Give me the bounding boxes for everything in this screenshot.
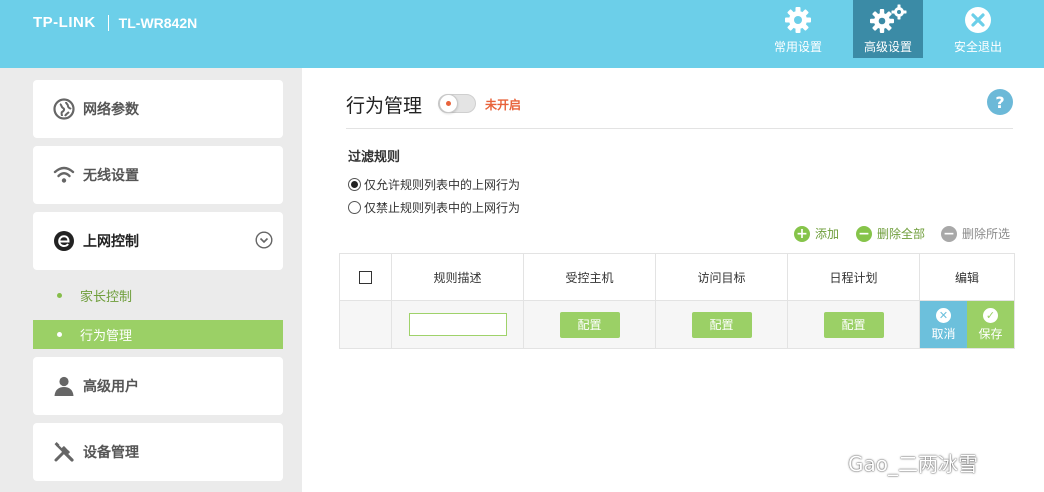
controlled-host-cell: 配置: [523, 300, 656, 349]
feature-toggle[interactable]: [438, 94, 476, 113]
nav-advanced-settings[interactable]: 高级设置: [853, 0, 923, 58]
sidebar-item-device-management[interactable]: 设备管理: [33, 423, 283, 481]
config-target-button[interactable]: 配置: [691, 311, 752, 338]
nav-advanced-label: 高级设置: [863, 40, 912, 54]
minus-icon: −: [856, 225, 872, 242]
edit-cell: ✕ 取消 ✓ 保存: [919, 300, 1015, 349]
watermark-text: Gao_二两冰雪: [848, 452, 978, 476]
gears-icon: [867, 0, 909, 34]
add-label: 添加: [815, 227, 840, 241]
config-host-button[interactable]: 配置: [559, 311, 620, 338]
delete-all-button[interactable]: − 删除全部: [856, 225, 925, 242]
sidebar-item-advanced-user[interactable]: 高级用户: [33, 357, 283, 415]
sidebar-subitem-label: 行为管理: [80, 329, 133, 344]
table-row: 配置 配置 配置 ✕ 取消 ✓ 保存: [339, 300, 1015, 349]
nav-logout[interactable]: 安全退出: [943, 0, 1013, 58]
sidebar-item-label: 上网控制: [83, 234, 139, 250]
cancel-button[interactable]: ✕ 取消: [920, 301, 967, 348]
close-icon: ✕: [936, 307, 951, 323]
watermark: Gao_二两冰雪: [812, 448, 978, 477]
save-label: 保存: [978, 326, 1003, 341]
chevron-down-icon[interactable]: [255, 231, 273, 249]
description-cell: [391, 300, 524, 349]
add-button[interactable]: + 添加: [794, 225, 839, 242]
sidebar-subitem-parental-control[interactable]: 家长控制: [33, 281, 283, 310]
sidebar-item-label: 无线设置: [83, 168, 139, 184]
header-schedule: 日程计划: [787, 253, 920, 301]
header-access-target: 访问目标: [655, 253, 788, 301]
radio-label: 仅允许规则列表中的上网行为: [364, 178, 521, 192]
title-divider: [346, 128, 1013, 129]
radio-allow-only[interactable]: 仅允许规则列表中的上网行为: [348, 176, 520, 193]
select-all-checkbox[interactable]: [359, 271, 372, 284]
toggle-status: 未开启: [485, 98, 522, 112]
model-name: TL-WR842N: [118, 14, 198, 31]
minus-icon: −: [941, 225, 957, 242]
plus-icon: +: [794, 225, 810, 242]
save-button[interactable]: ✓ 保存: [967, 301, 1014, 348]
user-icon: [53, 375, 75, 397]
config-schedule-button[interactable]: 配置: [823, 311, 884, 338]
help-icon[interactable]: ?: [987, 89, 1013, 115]
sidebar-item-label: 网络参数: [83, 102, 139, 118]
sidebar-item-label: 高级用户: [83, 379, 139, 395]
sidebar-subitem-behavior-management[interactable]: 行为管理: [33, 320, 283, 349]
access-target-cell: 配置: [655, 300, 788, 349]
nav-logout-label: 安全退出: [953, 40, 1002, 54]
bullet-icon: [57, 293, 62, 298]
delete-all-label: 删除全部: [877, 227, 926, 241]
page-title: 行为管理: [346, 95, 423, 117]
sidebar-item-internet-control[interactable]: 上网控制: [33, 212, 283, 270]
sidebar-item-network[interactable]: 网络参数: [33, 80, 283, 138]
header-controlled-host: 受控主机: [523, 253, 656, 301]
row-checkbox-cell: [339, 300, 392, 349]
delete-selected-label: 删除所选: [962, 227, 1011, 241]
sidebar-subitem-label: 家长控制: [80, 290, 133, 305]
nav-common-label: 常用设置: [773, 40, 822, 54]
header-edit: 编辑: [919, 253, 1015, 301]
check-icon: ✓: [983, 307, 998, 323]
tools-icon: [53, 441, 75, 463]
radio-deny-only[interactable]: 仅禁止规则列表中的上网行为: [348, 199, 520, 216]
rule-description-input[interactable]: [408, 313, 507, 336]
globe-icon: [53, 98, 75, 120]
section-title: 过滤规则: [348, 150, 401, 165]
sidebar-item-label: 设备管理: [83, 445, 139, 461]
rules-table: 规则描述 受控主机 访问目标 日程计划 编辑 配置 配置 配置 ✕ 取消 ✓ 保…: [339, 253, 1015, 349]
radio-button[interactable]: [348, 201, 361, 214]
internet-control-icon: [53, 230, 75, 252]
wifi-icon: [53, 164, 75, 186]
weibo-icon: [812, 448, 842, 477]
header-select-all: [339, 253, 392, 301]
radio-label: 仅禁止规则列表中的上网行为: [364, 201, 521, 215]
delete-selected-button[interactable]: − 删除所选: [941, 225, 1010, 242]
brand-separator: [107, 14, 109, 31]
radio-button-checked[interactable]: [348, 178, 361, 191]
bullet-icon: [57, 332, 62, 337]
close-circle-icon: [964, 0, 992, 34]
header-description: 规则描述: [391, 253, 524, 301]
top-header: TP-LINK TL-WR842N 常用设置 高级设置 安全退出: [0, 0, 1044, 68]
gear-icon: [784, 0, 812, 34]
table-header-row: 规则描述 受控主机 访问目标 日程计划 编辑: [339, 253, 1015, 301]
toggle-knob: [439, 94, 458, 113]
sidebar-item-wireless[interactable]: 无线设置: [33, 146, 283, 204]
edit-actions: ✕ 取消 ✓ 保存: [920, 301, 1014, 348]
cancel-label: 取消: [931, 326, 956, 341]
nav-common-settings[interactable]: 常用设置: [763, 0, 833, 58]
brand: TP-LINK TL-WR842N: [33, 14, 197, 31]
schedule-cell: 配置: [787, 300, 920, 349]
brand-logo: TP-LINK: [33, 14, 96, 31]
